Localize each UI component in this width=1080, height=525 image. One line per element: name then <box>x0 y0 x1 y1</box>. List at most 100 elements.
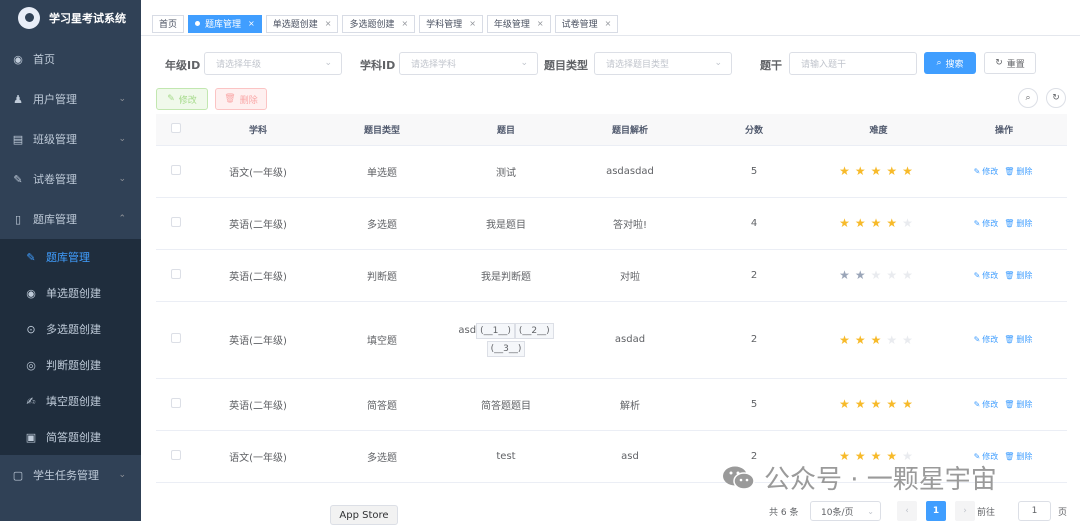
sidebar-item-users[interactable]: ♟ 用户管理 ⌄ <box>0 79 141 119</box>
logo-icon <box>18 7 40 29</box>
select-cell[interactable] <box>156 378 196 431</box>
row-delete-link[interactable]: 🗑 删除 <box>1004 219 1034 228</box>
sidebar-item-student-tasks[interactable]: ▢ 学生任务管理 ⌄ <box>0 455 141 495</box>
table-row[interactable]: 英语(二年级) 简答题 简答题题目 解析 5 ★★★★★ ✎ 修改 🗑 删除 <box>156 378 1067 431</box>
row-checkbox[interactable] <box>171 333 181 343</box>
select-cell[interactable] <box>156 430 196 483</box>
table-row[interactable]: 英语(二年级) 填空题 asd (__1__) (__2__) (__3__) asdad 2… <box>156 301 1067 379</box>
subject-cell: 英语(二年级) <box>196 378 320 431</box>
tag-papers[interactable]: 试卷管理 × <box>554 14 619 33</box>
sidebar-subitem-single-choice[interactable]: ◉ 单选题创建 <box>0 275 141 311</box>
app-logo[interactable]: 学习星考试系统 <box>0 0 141 36</box>
row-edit-link[interactable]: ✎ 修改 <box>974 271 1001 280</box>
refresh-button[interactable]: ↻ <box>1046 88 1066 108</box>
row-checkbox[interactable] <box>171 449 181 460</box>
star-icon: ★ <box>886 164 903 178</box>
prev-page-button[interactable]: ‹ <box>897 501 917 521</box>
select-cell[interactable] <box>156 145 196 198</box>
row-delete-link[interactable]: 🗑 删除 <box>1004 167 1034 176</box>
reset-button[interactable]: ↻ 重置 <box>984 52 1036 74</box>
tag-home[interactable]: 首页 <box>152 14 185 33</box>
row-delete-link[interactable]: 🗑 删除 <box>1004 271 1034 280</box>
select-cell[interactable] <box>156 301 196 379</box>
table-row[interactable]: 英语(二年级) 判断题 我是判断题 对啦 2 ★★★★★ ✎ 修改 🗑 删除 <box>156 249 1067 302</box>
row-edit-link[interactable]: ✎ 修改 <box>974 335 1001 344</box>
sidebar-subitem-fill-blank[interactable]: ✍ 填空题创建 <box>0 383 141 419</box>
sidebar-item-papers[interactable]: ✎ 试卷管理 ⌄ <box>0 159 141 199</box>
row-checkbox[interactable] <box>171 268 181 279</box>
search-toggle-button[interactable]: ⌕ <box>1018 88 1038 108</box>
app-store-button[interactable]: App Store <box>330 505 398 525</box>
sidebar-item-label: 用户管理 <box>33 93 77 106</box>
star-icon: ★ <box>870 164 887 178</box>
type-text: 多选题 <box>367 452 397 464</box>
type-select[interactable]: 请选择题目类型 ⌄ <box>594 52 732 75</box>
analysis-cell: asd <box>568 430 692 483</box>
tag-subjects[interactable]: 学科管理 × <box>419 14 483 33</box>
next-page-button[interactable]: › <box>955 501 975 521</box>
close-icon[interactable]: × <box>537 19 544 28</box>
star-icon: ★ <box>839 332 855 347</box>
star-icon: ★ <box>886 216 903 230</box>
select-cell[interactable] <box>156 249 196 302</box>
page-number-button[interactable]: 1 <box>926 501 946 521</box>
close-icon[interactable]: × <box>248 19 255 28</box>
edit-button[interactable]: ✎ 修改 <box>156 88 208 110</box>
goto-page-input[interactable]: 1 <box>1018 501 1051 521</box>
chevron-up-icon: ⌃ <box>118 214 126 224</box>
delete-button[interactable]: 🗑 删除 <box>215 88 267 110</box>
tag-multi-choice[interactable]: 多选题创建 × <box>342 14 416 33</box>
subject-select[interactable]: 请选择学科 ⌄ <box>399 52 538 75</box>
select-all-header[interactable] <box>156 114 196 146</box>
close-icon[interactable]: × <box>605 19 612 28</box>
stem-placeholder: 请输入题干 <box>801 60 847 70</box>
row-delete-link[interactable]: 🗑 删除 <box>1004 335 1034 344</box>
close-icon[interactable]: × <box>325 19 332 28</box>
sidebar-subitem-multi-choice[interactable]: ⊙ 多选题创建 <box>0 311 141 347</box>
tag-grades[interactable]: 年级管理 × <box>486 14 551 33</box>
row-edit-link[interactable]: ✎ 修改 <box>974 167 1001 176</box>
sidebar-item-home[interactable]: ◉ 首页 <box>0 39 141 79</box>
tag-single-choice[interactable]: 单选题创建 × <box>265 14 339 33</box>
sidebar-item-classes[interactable]: ▤ 班级管理 ⌄ <box>0 119 141 159</box>
row-delete-link[interactable]: 🗑 删除 <box>1004 452 1034 461</box>
score-cell: 4 <box>692 197 816 250</box>
search-button[interactable]: ⌕ 搜索 <box>924 52 976 74</box>
row-edit-link[interactable]: ✎ 修改 <box>974 400 1001 409</box>
star-icon: ★ <box>854 332 871 347</box>
page-size-select[interactable]: 10条/页 ⌄ <box>810 501 881 521</box>
analysis-cell: asdasdad <box>568 145 692 198</box>
difficulty-cell: ★★★★★ <box>816 249 941 302</box>
score-text: 2 <box>750 334 758 345</box>
select-cell[interactable] <box>156 197 196 250</box>
row-checkbox[interactable] <box>171 397 181 408</box>
close-icon[interactable]: × <box>401 19 408 28</box>
type-text: 填空题 <box>367 336 397 347</box>
row-delete-label: 删除 <box>1016 270 1033 280</box>
tag-question-bank[interactable]: 题库管理 × <box>188 14 262 33</box>
row-edit-link[interactable]: ✎ 修改 <box>974 219 1001 228</box>
sidebar-item-label: 试卷管理 <box>33 173 77 186</box>
stem-input[interactable]: 请输入题干 <box>789 52 917 75</box>
title-text: 测试 <box>496 167 516 179</box>
select-all-checkbox[interactable] <box>171 122 181 133</box>
title-text: test <box>496 450 516 462</box>
search-icon: ⌕ <box>936 58 942 68</box>
score-cell: 2 <box>692 249 816 302</box>
close-icon[interactable]: × <box>469 19 476 28</box>
star-icon: ★ <box>870 216 887 230</box>
row-checkbox[interactable] <box>171 164 181 175</box>
sidebar-subitem-short-answer[interactable]: ▣ 简答题创建 <box>0 419 141 455</box>
tag-label: 年级管理 <box>493 20 530 30</box>
table-row[interactable]: 英语(二年级) 多选题 我是题目 答对啦! 4 ★★★★★ ✎ 修改 🗑 删除 <box>156 197 1067 250</box>
sidebar-item-label: 首页 <box>33 53 55 66</box>
row-checkbox[interactable] <box>171 216 181 227</box>
row-delete-link[interactable]: 🗑 删除 <box>1004 400 1034 409</box>
column-header: 分数 <box>692 114 816 146</box>
sidebar-subitem-true-false[interactable]: ◎ 判断题创建 <box>0 347 141 383</box>
table-row[interactable]: 语文(一年级) 单选题 测试 asdasdad 5 ★★★★★ ✎ 修改 🗑 删除 <box>156 145 1067 198</box>
sidebar-item-question-bank[interactable]: ▯ 题库管理 ⌃ <box>0 199 141 239</box>
trash-icon: 🗑 <box>224 94 236 104</box>
grade-select[interactable]: 请选择年级 ⌄ <box>204 52 342 75</box>
sidebar-subitem-question-bank[interactable]: ✎ 题库管理 <box>0 239 141 275</box>
